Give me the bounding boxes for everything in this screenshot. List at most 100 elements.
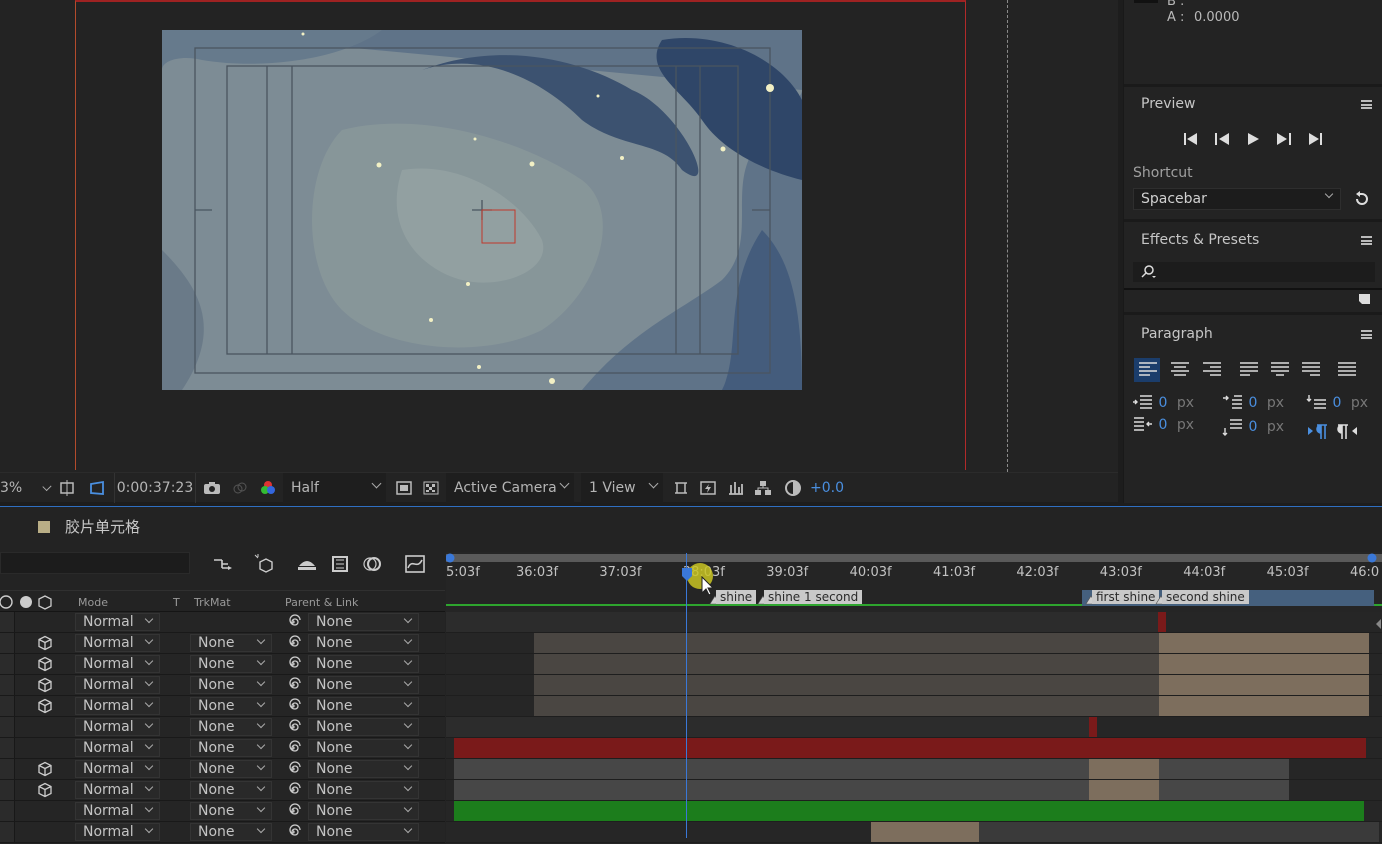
transparency-grid-icon[interactable]: [88, 473, 106, 503]
composition-viewer[interactable]: [0, 0, 1118, 472]
playhead-handle[interactable]: [678, 558, 722, 602]
ltr-direction-icon[interactable]: [1307, 423, 1329, 441]
timeline-icon[interactable]: [727, 473, 745, 503]
layer-track[interactable]: [446, 675, 1382, 696]
layer-switch-cell[interactable]: [0, 675, 15, 695]
layer-switch-cell[interactable]: [0, 759, 15, 779]
parent-dropdown[interactable]: None: [308, 739, 419, 757]
marker-label[interactable]: shine 1 second: [764, 590, 863, 604]
layer-duration-bar[interactable]: [534, 654, 1159, 674]
pick-whip-icon[interactable]: [285, 761, 301, 777]
layer-duration-bar[interactable]: [1159, 780, 1289, 800]
pick-whip-icon[interactable]: [285, 656, 301, 672]
layer-duration-bar[interactable]: [871, 822, 979, 842]
layer-track[interactable]: [446, 759, 1382, 780]
first-line-indent-field[interactable]: 0 px: [1222, 394, 1284, 412]
blend-mode-dropdown[interactable]: Normal: [75, 655, 160, 673]
parent-column-header[interactable]: Parent & Link: [285, 596, 358, 609]
blend-mode-dropdown[interactable]: Normal: [75, 823, 160, 841]
layer-switch-cell[interactable]: [0, 822, 15, 842]
layer-duration-bar[interactable]: [446, 717, 1089, 737]
resolution-dropdown[interactable]: Half: [283, 473, 386, 503]
parent-dropdown[interactable]: None: [308, 802, 419, 820]
track-area[interactable]: 5:03f36:03f37:03f38:03f39:03f40:03f41:03…: [446, 552, 1382, 844]
pick-whip-icon[interactable]: [285, 635, 301, 651]
first-frame-icon[interactable]: [1182, 131, 1200, 147]
current-time[interactable]: 0:00:37:23: [114, 473, 196, 503]
pick-whip-icon[interactable]: [285, 677, 301, 693]
trkmat-dropdown[interactable]: None: [190, 634, 272, 652]
parent-dropdown[interactable]: None: [308, 676, 419, 694]
layer-duration-bar[interactable]: [979, 822, 1379, 842]
layer-duration-bar[interactable]: [1159, 696, 1369, 716]
layer-switch-cell[interactable]: [0, 696, 15, 716]
space-before-field[interactable]: 0 px: [1306, 394, 1368, 412]
pick-whip-icon[interactable]: [285, 698, 301, 714]
camera-dropdown[interactable]: Active Camera: [446, 473, 574, 503]
parent-dropdown[interactable]: None: [308, 781, 419, 799]
layer-duration-bar[interactable]: [1089, 759, 1159, 779]
parent-dropdown[interactable]: None: [308, 697, 419, 715]
trkmat-dropdown[interactable]: None: [190, 697, 272, 715]
pick-whip-icon[interactable]: [285, 782, 301, 798]
rtl-direction-icon[interactable]: [1336, 423, 1358, 441]
color-channels-icon[interactable]: [259, 473, 277, 503]
layer-row[interactable]: Normal None None: [0, 801, 445, 822]
parent-dropdown[interactable]: None: [308, 823, 419, 841]
blend-mode-dropdown[interactable]: Normal: [75, 760, 160, 778]
marker-label[interactable]: shine: [716, 590, 757, 604]
effects-search-input[interactable]: [1133, 262, 1375, 282]
trkmat-dropdown[interactable]: None: [190, 718, 272, 736]
layer-duration-bar[interactable]: [1089, 717, 1097, 737]
effects-menu-icon[interactable]: [1361, 236, 1372, 245]
layer-row[interactable]: Normal None None: [0, 633, 445, 654]
flowchart-icon[interactable]: [754, 473, 772, 503]
layer-duration-bar[interactable]: [454, 738, 1366, 758]
region-of-interest-icon[interactable]: [58, 473, 76, 503]
layer-switch-cell[interactable]: [0, 738, 15, 758]
scroll-arrow-icon[interactable]: [1374, 617, 1382, 631]
layer-duration-bar[interactable]: [1158, 612, 1166, 632]
pick-whip-icon[interactable]: [285, 740, 301, 756]
layer-row[interactable]: Normal None None: [0, 738, 445, 759]
layer-track[interactable]: [446, 780, 1382, 801]
layer-duration-bar[interactable]: [1159, 633, 1369, 653]
trkmat-dropdown[interactable]: None: [190, 802, 272, 820]
trkmat-dropdown[interactable]: None: [190, 760, 272, 778]
indent-right-field[interactable]: 0 px: [1132, 416, 1194, 434]
last-frame-icon[interactable]: [1306, 131, 1324, 147]
layer-switch-cell[interactable]: [0, 633, 15, 653]
trkmat-dropdown[interactable]: None: [190, 781, 272, 799]
blend-mode-dropdown[interactable]: Normal: [75, 802, 160, 820]
shy-layers-icon[interactable]: [295, 552, 319, 576]
trkmat-column-header[interactable]: TrkMat: [194, 596, 231, 609]
paragraph-menu-icon[interactable]: [1361, 330, 1372, 339]
3d-layer-icon[interactable]: [35, 759, 55, 779]
next-frame-icon[interactable]: [1275, 131, 1293, 147]
blend-mode-dropdown[interactable]: Normal: [75, 739, 160, 757]
layer-row[interactable]: Normal None None: [0, 717, 445, 738]
layer-duration-bar[interactable]: [534, 696, 1159, 716]
layer-row[interactable]: Normal None None: [0, 822, 445, 843]
3d-layer-icon[interactable]: [35, 780, 55, 800]
layer-switch-cell[interactable]: [0, 654, 15, 674]
pick-whip-icon[interactable]: [285, 719, 301, 735]
trkmat-dropdown[interactable]: None: [190, 655, 272, 673]
frame-blending-icon[interactable]: [328, 552, 352, 576]
layer-row[interactable]: Normal None None: [0, 675, 445, 696]
snapshot-camera-icon[interactable]: [203, 473, 221, 503]
graph-editor-icon[interactable]: [403, 552, 427, 576]
layer-duration-bar[interactable]: [534, 675, 1159, 695]
previous-frame-icon[interactable]: [1213, 131, 1231, 147]
layer-duration-bar[interactable]: [1159, 759, 1289, 779]
fast-draft-icon[interactable]: [699, 473, 717, 503]
fast-previews-icon[interactable]: [395, 473, 413, 503]
layer-search-input[interactable]: [0, 552, 190, 574]
show-snapshot-icon[interactable]: [231, 473, 249, 503]
layer-duration-bar[interactable]: [454, 780, 1089, 800]
work-area-bar[interactable]: [446, 552, 1382, 564]
layer-row[interactable]: Normal None: [0, 612, 445, 633]
motion-blur-icon[interactable]: [360, 552, 384, 576]
pick-whip-icon[interactable]: [285, 824, 301, 840]
layer-duration-bar[interactable]: [454, 801, 1364, 821]
